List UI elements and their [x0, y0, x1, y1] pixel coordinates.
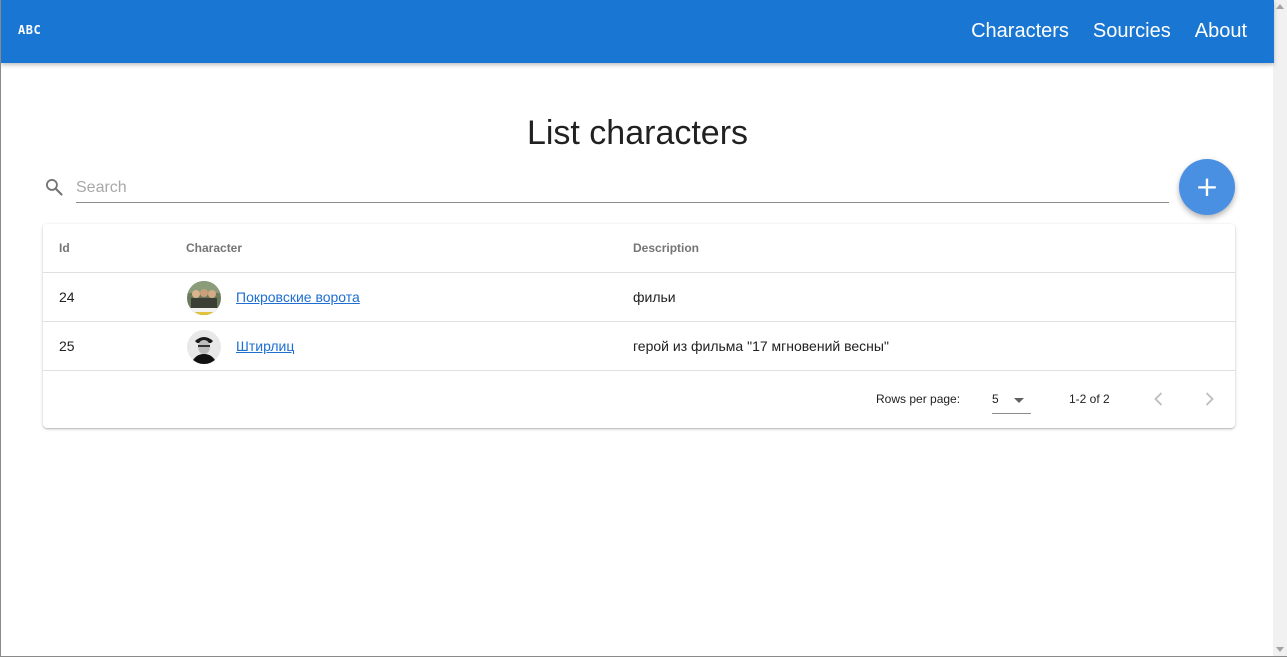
column-header-id[interactable]: Id: [59, 241, 70, 255]
portrait-avatar: [187, 330, 221, 364]
nav-about[interactable]: About: [1195, 19, 1247, 43]
table-row: 25 Штирлиц герой из фильма "17 мгновений…: [43, 322, 1235, 371]
pagination-range: 1-2 of 2: [1069, 392, 1110, 406]
column-header-description[interactable]: Description: [633, 241, 699, 255]
characters-table: Id Character Description 24 Покровские в…: [43, 224, 1235, 428]
vertical-scrollbar[interactable]: [1273, 0, 1287, 656]
character-link[interactable]: Штирлиц: [236, 338, 294, 354]
search-icon: [44, 177, 64, 197]
chevron-left-icon[interactable]: [1147, 387, 1171, 411]
rows-per-page-label: Rows per page:: [876, 392, 961, 406]
table-header: Id Character Description: [43, 224, 1235, 273]
scroll-up-arrow-icon[interactable]: [1276, 4, 1284, 9]
page-title: List characters: [526, 114, 749, 152]
app-bar: ABC Characters Sourcies About: [1, 0, 1274, 63]
plus-icon: +: [1195, 170, 1219, 203]
caret-down-icon: [1014, 398, 1024, 403]
table-pagination: Rows per page: 5 1-2 of 2: [43, 370, 1235, 428]
row-description: герой из фильма "17 мгновений весны": [633, 338, 889, 354]
table-row: 24 Покровские ворота фильи: [43, 273, 1235, 322]
add-character-button[interactable]: +: [1179, 159, 1235, 215]
brand-logo[interactable]: ABC: [18, 23, 41, 37]
row-description: фильи: [633, 289, 676, 305]
rows-per-page-value: 5: [992, 392, 999, 406]
character-link[interactable]: Покровские ворота: [236, 289, 360, 305]
nav-sourcies[interactable]: Sourcies: [1093, 19, 1171, 43]
column-header-character[interactable]: Character: [186, 241, 242, 255]
film-poster-avatar: [187, 281, 221, 315]
chevron-right-icon[interactable]: [1197, 387, 1221, 411]
nav-characters[interactable]: Characters: [971, 19, 1069, 43]
rows-per-page-select[interactable]: 5: [992, 386, 1031, 414]
browser-viewport: ABC Characters Sourcies About List chara…: [0, 0, 1287, 657]
row-id: 24: [59, 289, 75, 305]
row-id: 25: [59, 338, 75, 354]
main-nav: Characters Sourcies About: [971, 19, 1247, 43]
search-input[interactable]: [76, 173, 1169, 203]
scroll-down-arrow-icon[interactable]: [1276, 647, 1284, 652]
